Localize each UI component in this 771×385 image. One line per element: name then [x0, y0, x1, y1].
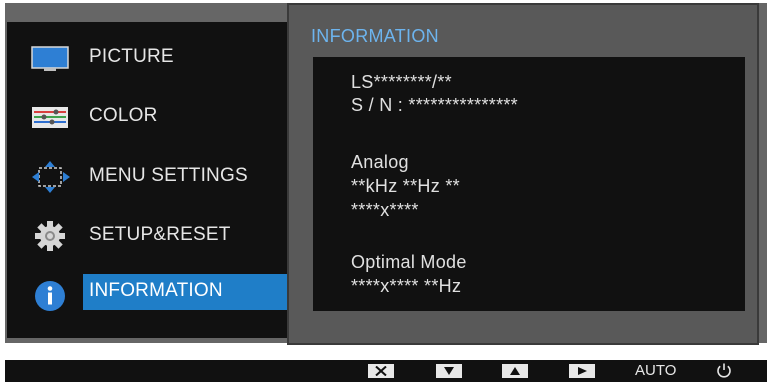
menu-item-label: COLOR	[89, 105, 158, 126]
menu-settings-arrows-icon	[30, 161, 72, 193]
menu-item-label: SETUP&RESET	[89, 224, 231, 245]
monitor-icon	[30, 42, 72, 74]
resolution: ****x****	[351, 200, 419, 220]
information-panel: INFORMATION LS********/** S / N : ******…	[287, 3, 759, 345]
close-icon	[375, 366, 387, 376]
optimal-mode-value: ****x**** **Hz	[351, 276, 462, 296]
signal-frequency: **kHz **Hz **	[351, 176, 460, 196]
color-sliders-icon	[30, 101, 72, 133]
optimal-mode-label: Optimal Mode	[351, 252, 467, 272]
power-icon	[717, 363, 731, 378]
close-button[interactable]	[368, 364, 394, 378]
model-name: LS********/**	[351, 72, 452, 92]
gear-icon	[30, 220, 72, 252]
panel-title: INFORMATION	[311, 26, 439, 46]
menu-item-menu-settings[interactable]: MENU SETTINGS	[7, 155, 287, 199]
menu-item-label: MENU SETTINGS	[89, 165, 248, 186]
main-menu: PICTURE COLOR MENU SETTINGS SETUP&RESET …	[7, 22, 287, 338]
info-icon	[30, 280, 72, 312]
auto-button[interactable]: AUTO	[635, 362, 676, 379]
up-arrow-icon	[510, 367, 520, 375]
right-button[interactable]	[569, 364, 595, 378]
menu-item-setup-reset[interactable]: SETUP&RESET	[7, 214, 287, 258]
menu-item-color[interactable]: COLOR	[7, 95, 287, 139]
menu-item-label: INFORMATION	[89, 280, 223, 301]
right-arrow-icon	[578, 367, 587, 375]
button-guide-bar: AUTO	[5, 360, 767, 382]
input-source: Analog	[351, 152, 409, 172]
information-content: LS********/** S / N : *************** An…	[313, 57, 745, 311]
serial-number: S / N : ***************	[351, 95, 518, 115]
menu-item-information[interactable]: INFORMATION	[7, 274, 287, 318]
down-arrow-icon	[444, 367, 454, 375]
menu-item-label: PICTURE	[89, 46, 174, 67]
menu-item-picture[interactable]: PICTURE	[7, 36, 287, 80]
down-button[interactable]	[436, 364, 462, 378]
up-button[interactable]	[502, 364, 528, 378]
